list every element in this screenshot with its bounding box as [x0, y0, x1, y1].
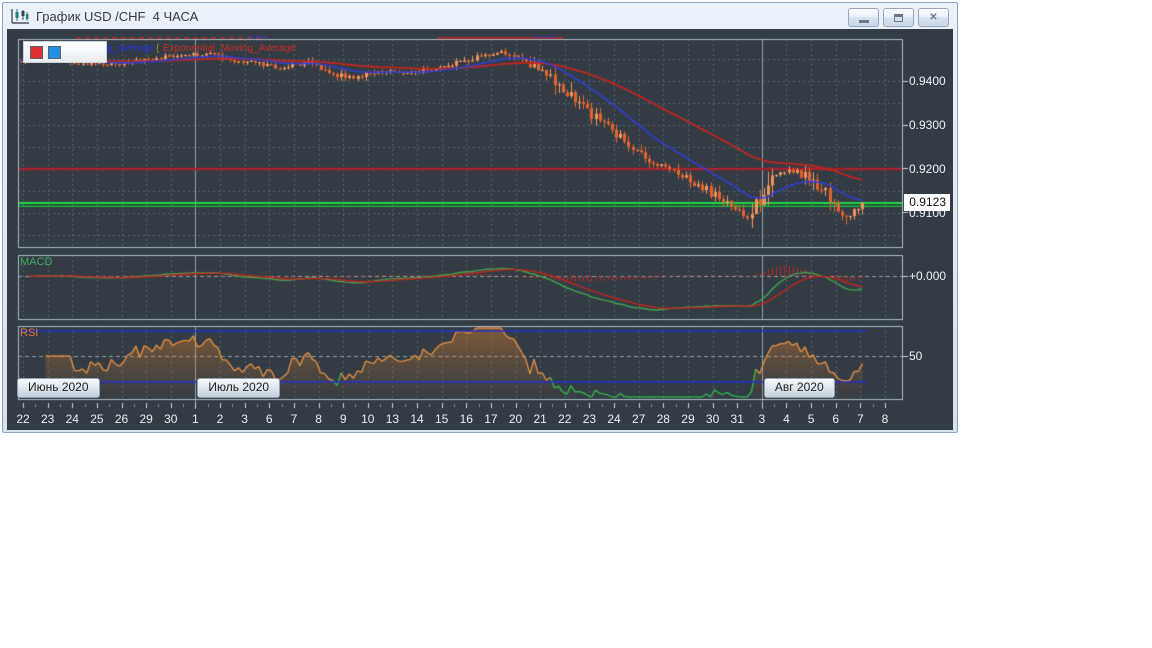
- restore-button[interactable]: [883, 8, 914, 27]
- indicator-legend-box[interactable]: [23, 41, 107, 63]
- chart-window: График USD /CHF 4 ЧАСА ✕ Exponential_Mov…: [2, 2, 958, 433]
- price-axis-label: 0.9300: [909, 118, 946, 132]
- x-axis-label: 21: [533, 412, 547, 426]
- candlestick-chart-icon: [11, 9, 29, 24]
- x-axis-label: 22: [16, 412, 30, 426]
- blue-swatch-icon: [48, 45, 61, 59]
- macd-label: MACD: [20, 256, 53, 268]
- x-axis-label: 14: [410, 412, 424, 426]
- month-label[interactable]: Июль 2020: [197, 378, 281, 398]
- x-axis-label: 4: [783, 412, 790, 426]
- x-axis-label: 16: [459, 412, 473, 426]
- window-title: График USD /CHF 4 ЧАСА: [36, 8, 199, 24]
- x-axis-label: 23: [582, 412, 597, 426]
- x-axis-label: 13: [385, 412, 400, 426]
- close-button[interactable]: ✕: [918, 8, 949, 27]
- price-axis-label: 0.9400: [909, 74, 946, 88]
- x-axis-label: 2: [216, 412, 224, 426]
- legend-ema-slow-label[interactable]: Exponential_Moving_Average: [163, 43, 296, 54]
- month-label[interactable]: Авг 2020: [763, 378, 835, 398]
- current-price-tag: 0.9123: [904, 194, 950, 211]
- x-axis-label: 10: [361, 412, 375, 426]
- x-axis-label: 3: [758, 412, 766, 426]
- x-axis-label: 8: [881, 412, 889, 426]
- macd-zero-label: +0.000: [909, 269, 947, 283]
- x-axis-label: 24: [65, 412, 79, 426]
- x-axis-label: 9: [339, 412, 347, 426]
- x-axis-label: 27: [632, 412, 646, 426]
- rsi-label: RSI: [20, 327, 39, 339]
- x-axis-label: 30: [705, 412, 720, 426]
- x-axis-label: 22: [558, 412, 572, 426]
- x-axis-label: 3: [241, 412, 248, 426]
- x-axis-label: 15: [434, 412, 449, 426]
- month-label[interactable]: Июнь 2020: [17, 378, 100, 398]
- close-icon: ✕: [929, 11, 938, 23]
- x-axis-label: 29: [681, 412, 695, 426]
- price-axis-label: 0.9200: [909, 162, 946, 176]
- titlebar[interactable]: График USD /CHF 4 ЧАСА ✕: [3, 3, 957, 29]
- rsi-mid-label: 50: [909, 349, 923, 363]
- x-axis-label: 5: [807, 412, 815, 426]
- x-axis-label: 26: [114, 412, 129, 426]
- x-axis-label: 1: [192, 412, 199, 426]
- x-axis-label: 30: [164, 412, 178, 426]
- minimize-button[interactable]: [848, 8, 879, 27]
- x-axis-label: 31: [730, 412, 744, 426]
- x-axis-label: 24: [607, 412, 621, 426]
- x-axis-label: 8: [315, 412, 322, 426]
- chart-canvas[interactable]: [7, 29, 953, 430]
- x-axis-label: 23: [40, 412, 55, 426]
- x-axis-label: 20: [508, 412, 523, 426]
- x-axis-label: 25: [90, 412, 104, 426]
- red-swatch-icon: [30, 45, 43, 59]
- x-axis-label: 6: [832, 412, 840, 426]
- x-axis-label: 7: [857, 412, 864, 426]
- minimize-icon: [858, 20, 869, 23]
- x-axis-label: 29: [139, 412, 153, 426]
- chart-client-area: Exponential_Moving_Average { Exponential…: [7, 29, 953, 430]
- x-axis-label: 28: [656, 412, 670, 426]
- x-axis-label: 7: [290, 412, 298, 426]
- legend-separator: {: [156, 43, 160, 54]
- x-axis-label: 17: [484, 412, 498, 426]
- restore-icon: [894, 13, 903, 22]
- x-axis-label: 6: [265, 412, 273, 426]
